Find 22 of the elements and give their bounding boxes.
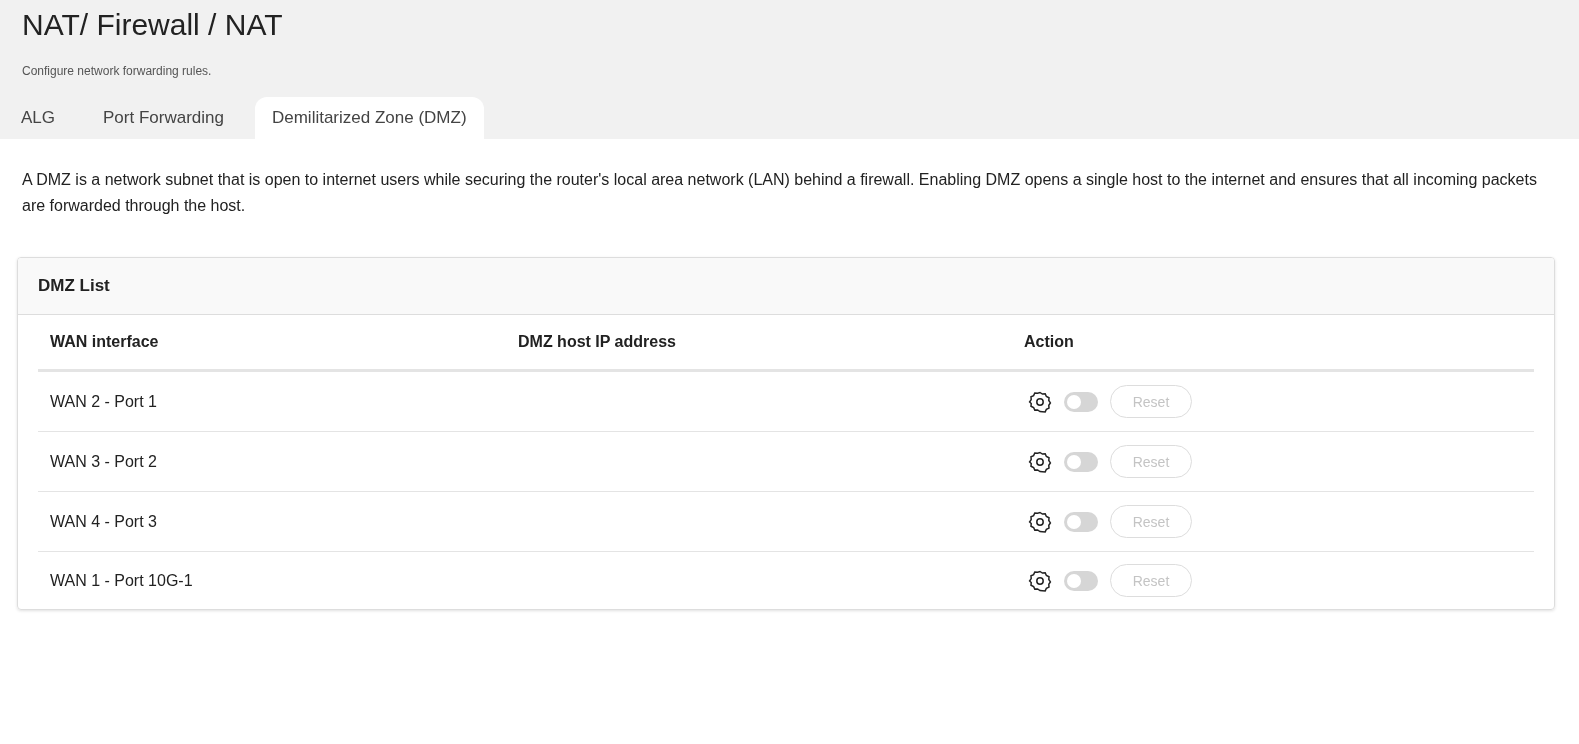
toggle-switch[interactable]	[1064, 451, 1098, 472]
table-cell-text: WAN 2 - Port 1	[50, 392, 158, 411]
page-subtitle: Configure network forwarding rules.	[22, 64, 213, 78]
tab[interactable]: Port Forwarding	[86, 97, 241, 139]
settings-icon[interactable]	[1028, 509, 1052, 534]
settings-icon[interactable]	[1028, 568, 1052, 593]
column-header: WAN interface	[50, 333, 160, 351]
page-title: NAT/ Firewall / NAT	[22, 8, 284, 42]
toggle-switch[interactable]	[1064, 511, 1098, 532]
toggle-switch[interactable]	[1064, 570, 1098, 591]
tab[interactable]: ALG	[4, 97, 73, 139]
settings-icon[interactable]	[1028, 389, 1052, 414]
settings-icon[interactable]	[1028, 449, 1052, 474]
table-cell-text: WAN 1 - Port 10G-1	[50, 571, 194, 590]
table-cell-text: WAN 4 - Port 3	[50, 512, 158, 531]
tab[interactable]: Demilitarized Zone (DMZ)	[254, 97, 484, 139]
column-header: Action	[1024, 333, 1075, 351]
column-header: DMZ host IP address	[518, 333, 677, 351]
table-cell-text: WAN 3 - Port 2	[50, 452, 158, 471]
toggle-switch[interactable]	[1064, 391, 1098, 412]
description-text: A DMZ is a network subnet that is open to internet users while securing the router's local area network (LAN) behind a firewall. Enabling DMZ opens a single host to the internet and ensures that all incoming packets are forwarded through the host.	[22, 170, 1538, 216]
card-title: DMZ List	[38, 276, 110, 295]
